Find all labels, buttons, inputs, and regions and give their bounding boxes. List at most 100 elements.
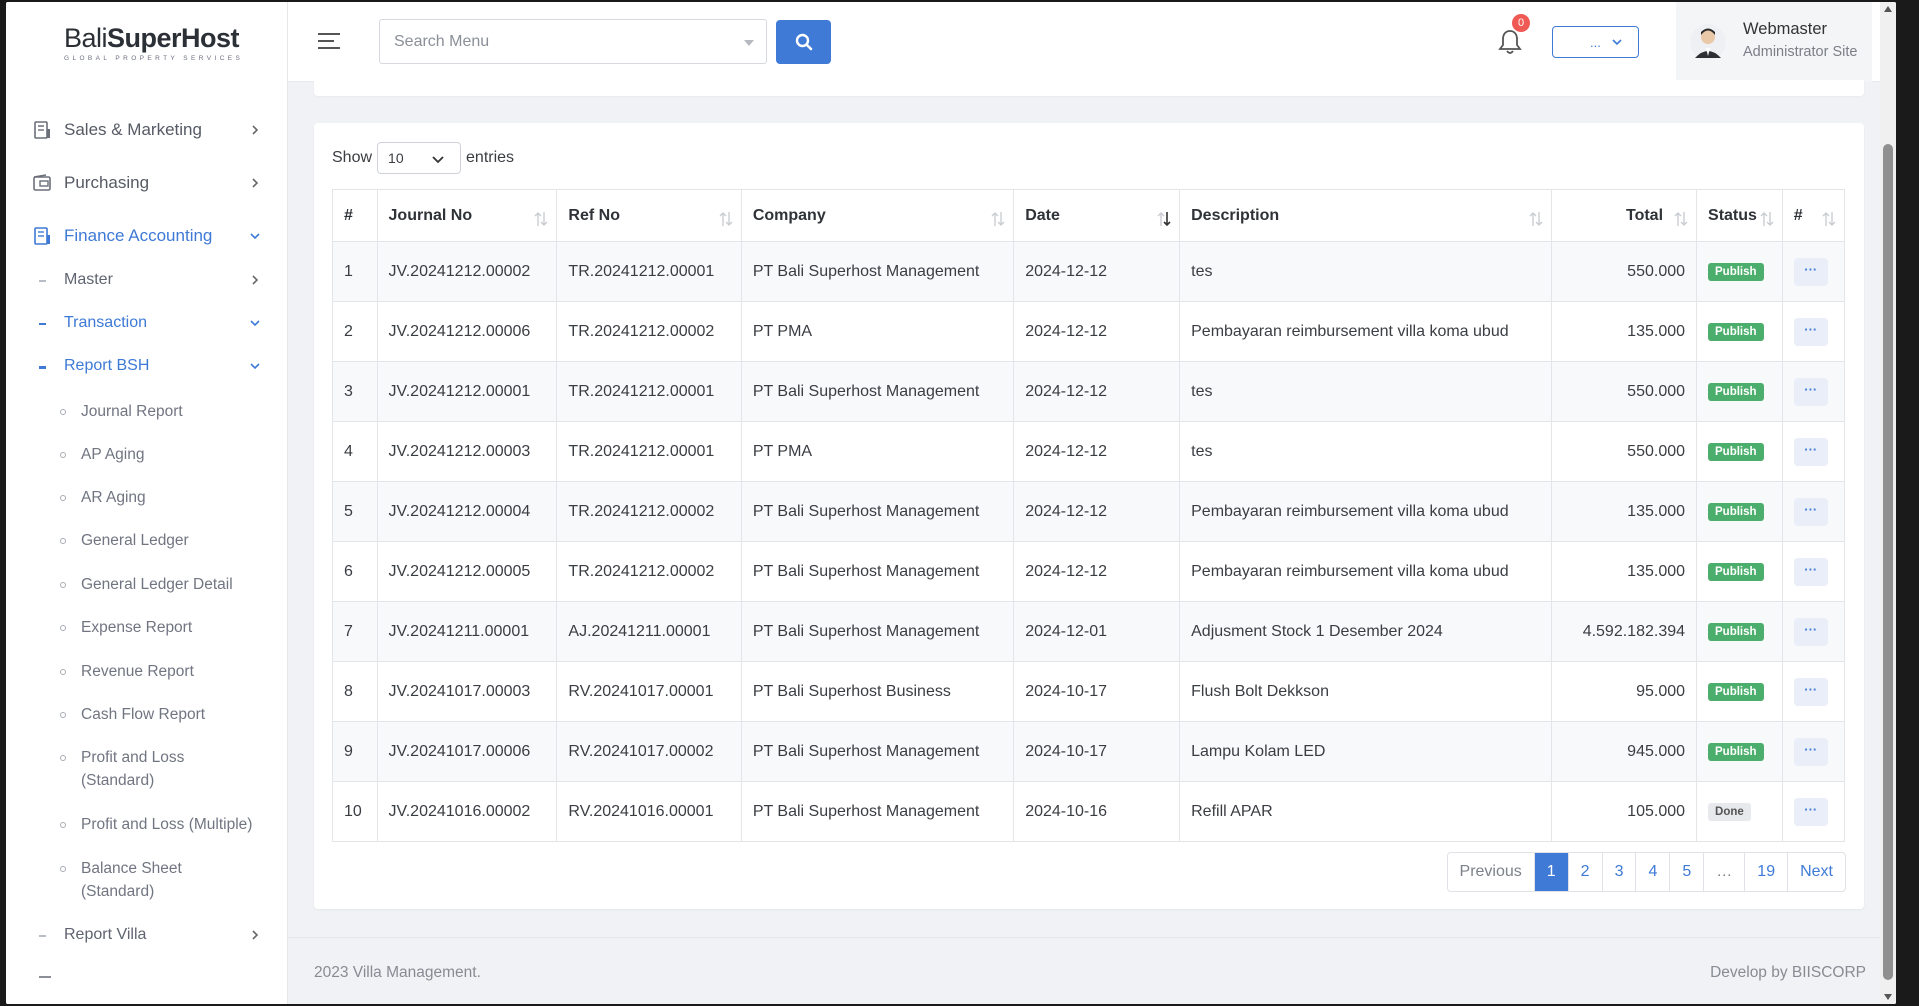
chevron-right-icon [252, 930, 259, 940]
pagination-page-4[interactable]: 4 [1635, 853, 1669, 891]
cell-total: 105.000 [1550, 781, 1698, 842]
cell-index: 4 [332, 421, 378, 482]
col-header-ref-no[interactable]: Ref No [556, 189, 742, 242]
row-actions-button[interactable]: ··· [1793, 497, 1828, 526]
sidebar-item-report-bsh[interactable]: Report BSH [6, 357, 287, 379]
cell-description: tes [1179, 241, 1552, 302]
row-actions-button[interactable]: ··· [1793, 677, 1828, 706]
cell-company: PT Bali Superhost Management [740, 541, 1015, 602]
status-badge: Publish [1708, 563, 1764, 581]
cell-index: 3 [332, 361, 378, 422]
page-scrollbar[interactable] [1880, 2, 1896, 1004]
pagination-page-5[interactable]: 5 [1669, 853, 1703, 891]
row-actions-button[interactable]: ··· [1793, 737, 1828, 766]
sidebar-item-transaction[interactable]: Transaction [6, 314, 287, 336]
cell-journal-no: JV.20241212.00001 [376, 361, 558, 422]
cell-status: Publish [1696, 721, 1783, 782]
cell-status: Publish [1696, 361, 1783, 422]
col-header-date[interactable]: Date [1013, 189, 1181, 242]
status-badge: Publish [1708, 623, 1764, 641]
chevron-down-icon [432, 156, 444, 164]
status-badge: Publish [1708, 503, 1764, 521]
bell-icon[interactable] [1497, 28, 1523, 56]
search-input[interactable]: Search Menu [379, 19, 767, 64]
cell-ref-no: RV.20241017.00001 [556, 661, 742, 722]
row-actions-button[interactable]: ··· [1793, 617, 1828, 646]
cell-journal-no: JV.20241212.00002 [376, 241, 558, 302]
table-row: 9 JV.20241017.00006 RV.20241017.00002 PT Ba… [332, 721, 1846, 782]
chevron-right-icon [252, 275, 259, 285]
cell-ref-no: RV.20241016.00001 [556, 781, 742, 842]
chevron-down-icon [250, 233, 260, 240]
chevron-down-icon [250, 363, 260, 370]
user-menu[interactable]: Webmaster Administrator Site [1676, 2, 1872, 82]
cell-date: 2024-12-12 [1013, 301, 1181, 362]
avatar [1690, 24, 1726, 60]
scroll-down-arrow-icon[interactable] [1884, 994, 1892, 1000]
table-row: 5 JV.20241212.00004 TR.20241212.00002 PT Ba… [332, 481, 1846, 542]
cell-total: 135.000 [1550, 541, 1698, 602]
pagination-next[interactable]: Next [1787, 853, 1845, 891]
user-role: Administrator Site [1743, 44, 1858, 60]
table-row: 7 JV.20241211.00001 AJ.20241211.00001 PT Ba… [332, 601, 1846, 662]
sidebar-item-purchasing[interactable]: Purchasing [6, 171, 287, 195]
row-actions-button[interactable]: ··· [1793, 557, 1828, 586]
sort-desc-icon [1157, 212, 1171, 227]
cell-actions: ··· [1781, 361, 1846, 422]
col-header-journal-no[interactable]: Journal No [376, 189, 558, 242]
cell-status: Publish [1696, 241, 1783, 302]
status-badge: Publish [1708, 443, 1764, 461]
footer-credit: Develop by BIISCORP [1710, 964, 1866, 981]
pagination-page-3[interactable]: 3 [1601, 853, 1636, 891]
cell-date: 2024-10-17 [1013, 661, 1181, 722]
cell-ref-no: AJ.20241211.00001 [556, 601, 742, 662]
row-actions-button[interactable]: ··· [1793, 317, 1828, 346]
cell-description: Pembayaran reimbursement villa koma ubud [1179, 481, 1552, 542]
sidebar-item-master[interactable]: Master [6, 271, 287, 293]
cell-status: Publish [1696, 661, 1783, 722]
pagination-page-2[interactable]: 2 [1567, 853, 1602, 891]
col-header-index[interactable]: # [332, 189, 378, 242]
context-dropdown-button[interactable]: ... [1552, 26, 1639, 58]
col-header-total[interactable]: Total [1550, 189, 1698, 242]
cell-total: 945.000 [1550, 721, 1698, 782]
pagination-page-1[interactable]: 1 [1533, 853, 1568, 891]
cell-company: PT Bali Superhost Management [740, 781, 1015, 842]
sidebar-item-report-villa[interactable]: Report Villa [6, 926, 287, 948]
search-button[interactable] [776, 20, 831, 64]
sidebar-item-sales-marketing[interactable]: Sales & Marketing [6, 118, 287, 142]
cell-index: 2 [332, 301, 378, 362]
col-header-actions[interactable]: # [1781, 189, 1846, 242]
row-actions-button[interactable]: ··· [1793, 797, 1828, 826]
brand-logo[interactable]: BaliSuperHost GLOBAL PROPERTY SERVICES [6, 2, 287, 82]
col-header-status[interactable]: Status [1696, 189, 1783, 242]
cell-journal-no: JV.20241212.00005 [376, 541, 558, 602]
cell-status: Publish [1696, 601, 1783, 662]
status-badge: Publish [1708, 323, 1764, 341]
cell-company: PT Bali Superhost Management [740, 481, 1015, 542]
journal-table-card: Show 10 entries # Journal No Ref No Comp… [314, 123, 1864, 909]
menu-toggle-icon[interactable] [318, 32, 340, 50]
entries-select[interactable]: 10 [377, 142, 462, 174]
cell-date: 2024-10-16 [1013, 781, 1181, 842]
pagination-previous[interactable]: Previous [1448, 853, 1534, 891]
row-actions-button[interactable]: ··· [1793, 377, 1828, 406]
status-badge: Done [1708, 803, 1751, 821]
row-actions-button[interactable]: ··· [1793, 257, 1828, 286]
cell-index: 10 [332, 781, 378, 842]
row-actions-button[interactable]: ··· [1793, 437, 1828, 466]
cell-actions: ··· [1781, 301, 1846, 362]
cell-actions: ··· [1781, 661, 1846, 722]
cell-total: 550.000 [1550, 361, 1698, 422]
pagination-page-19[interactable]: 19 [1744, 853, 1787, 891]
cell-total: 135.000 [1550, 481, 1698, 542]
sidebar-item-finance-accounting[interactable]: Finance Accounting [6, 224, 287, 248]
cell-description: Pembayaran reimbursement villa koma ubud [1179, 541, 1552, 602]
col-header-company[interactable]: Company [740, 189, 1015, 242]
scroll-up-arrow-icon[interactable] [1884, 6, 1892, 12]
scrollbar-thumb[interactable] [1883, 144, 1893, 980]
cell-journal-no: JV.20241017.00003 [376, 661, 558, 722]
cell-actions: ··· [1781, 601, 1846, 662]
col-header-description[interactable]: Description [1179, 189, 1552, 242]
table-row: 4 JV.20241212.00003 TR.20241212.00001 PT PM… [332, 421, 1846, 482]
